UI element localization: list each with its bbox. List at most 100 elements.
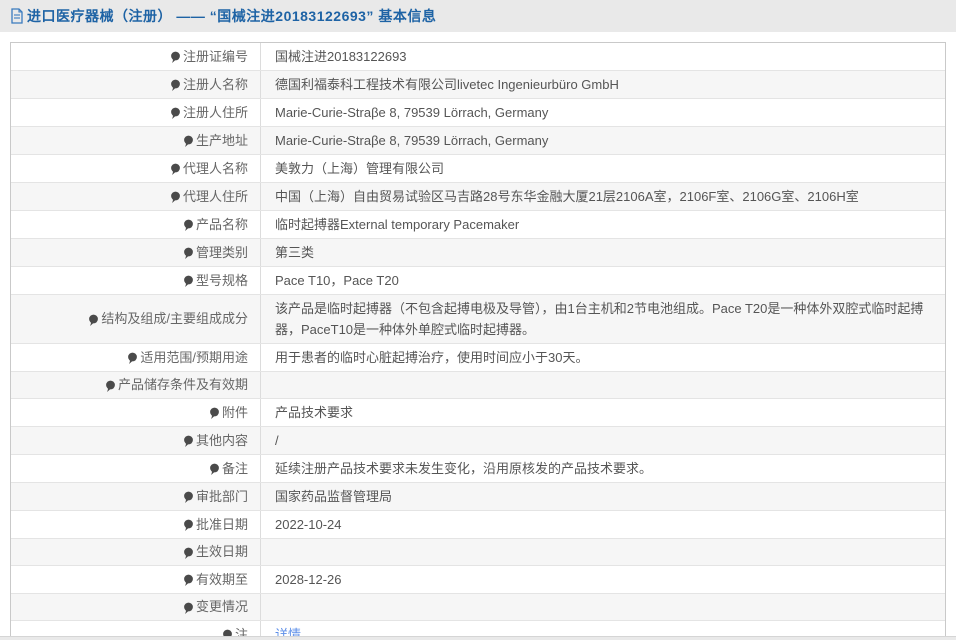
table-row: 型号规格 Pace T10，Pace T20	[11, 266, 945, 294]
table-row: 结构及组成/主要组成成分 该产品是临时起搏器（不包含起搏电极及导管），由1台主机…	[11, 294, 945, 343]
document-icon	[10, 8, 24, 24]
row-value: 中国（上海）自由贸易试验区马吉路28号东华金融大厦21层2106A室，2106F…	[275, 186, 859, 207]
row-label: 型号规格	[196, 271, 248, 291]
row-value: 2022-10-24	[275, 514, 342, 535]
row-value-cell: 延续注册产品技术要求未发生变化，沿用原核发的产品技术要求。	[261, 455, 945, 482]
table-row: 产品名称 临时起搏器External temporary Pacemaker	[11, 210, 945, 238]
note-icon	[183, 247, 194, 260]
row-label: 其他内容	[196, 431, 248, 451]
row-label-cell: 批准日期	[11, 511, 261, 538]
row-value: Marie-Curie-Straβe 8, 79539 Lörrach, Ger…	[275, 130, 548, 151]
table-row: 备注 延续注册产品技术要求未发生变化，沿用原核发的产品技术要求。	[11, 454, 945, 482]
bottom-divider	[0, 636, 956, 640]
row-value-cell: 2028-12-26	[261, 566, 945, 593]
note-icon	[170, 79, 181, 92]
row-label-cell: 结构及组成/主要组成成分	[11, 295, 261, 343]
note-icon	[183, 491, 194, 504]
row-label-cell: 产品储存条件及有效期	[11, 372, 261, 398]
row-label-cell: 备注	[11, 455, 261, 482]
row-value-cell: 该产品是临时起搏器（不包含起搏电极及导管），由1台主机和2节电池组成。Pace …	[261, 295, 945, 343]
row-value: 国械注进20183122693	[275, 46, 407, 67]
row-label-cell: 审批部门	[11, 483, 261, 510]
row-value: 2028-12-26	[275, 569, 342, 590]
row-label: 代理人住所	[183, 187, 248, 207]
row-label: 附件	[222, 403, 248, 423]
row-value-cell: 第三类	[261, 239, 945, 266]
row-label: 结构及组成/主要组成成分	[101, 309, 248, 329]
row-label: 有效期至	[196, 570, 248, 590]
note-icon	[183, 602, 194, 615]
row-label: 适用范围/预期用途	[140, 348, 248, 368]
row-value: 德国利福泰科工程技术有限公司livetec Ingenieurbüro GmbH	[275, 74, 619, 95]
row-label-cell: 代理人名称	[11, 155, 261, 182]
table-row: 有效期至 2028-12-26	[11, 565, 945, 593]
row-label: 注册人住所	[183, 103, 248, 123]
row-value-cell: Marie-Curie-Straβe 8, 79539 Lörrach, Ger…	[261, 99, 945, 126]
table-row: 代理人住所 中国（上海）自由贸易试验区马吉路28号东华金融大厦21层2106A室…	[11, 182, 945, 210]
row-label-cell: 生效日期	[11, 539, 261, 565]
note-icon	[127, 352, 138, 365]
row-label: 备注	[222, 459, 248, 479]
row-value: 美敦力（上海）管理有限公司	[275, 158, 444, 179]
note-icon	[183, 547, 194, 560]
row-label-cell: 管理类别	[11, 239, 261, 266]
row-label: 注册人名称	[183, 75, 248, 95]
row-label: 产品名称	[196, 215, 248, 235]
row-label-cell: 适用范围/预期用途	[11, 344, 261, 371]
note-icon	[170, 163, 181, 176]
note-icon	[183, 574, 194, 587]
row-label: 注册证编号	[183, 47, 248, 67]
table-row: 其他内容 /	[11, 426, 945, 454]
row-value: 延续注册产品技术要求未发生变化，沿用原核发的产品技术要求。	[275, 458, 652, 479]
row-label: 生产地址	[196, 131, 248, 151]
row-value-cell: 德国利福泰科工程技术有限公司livetec Ingenieurbüro GmbH	[261, 71, 945, 98]
row-label: 产品储存条件及有效期	[118, 375, 248, 395]
row-label: 变更情况	[196, 597, 248, 617]
row-value-cell: 美敦力（上海）管理有限公司	[261, 155, 945, 182]
row-label-cell: 有效期至	[11, 566, 261, 593]
page-title: 进口医疗器械（注册） —— “国械注进20183122693” 基本信息	[27, 6, 436, 26]
row-value: 国家药品监督管理局	[275, 486, 392, 507]
row-value-cell: 临时起搏器External temporary Pacemaker	[261, 211, 945, 238]
table-row: 产品储存条件及有效期	[11, 371, 945, 398]
row-value: 临时起搏器External temporary Pacemaker	[275, 214, 519, 235]
row-value: 产品技术要求	[275, 402, 353, 423]
table-row: 注册人名称 德国利福泰科工程技术有限公司livetec Ingenieurbür…	[11, 70, 945, 98]
note-icon	[170, 191, 181, 204]
row-value-cell	[261, 594, 945, 620]
row-value-cell: 中国（上海）自由贸易试验区马吉路28号东华金融大厦21层2106A室，2106F…	[261, 183, 945, 210]
row-value-cell: 国械注进20183122693	[261, 43, 945, 70]
row-label: 审批部门	[196, 487, 248, 507]
row-label-cell: 附件	[11, 399, 261, 426]
note-icon	[170, 107, 181, 120]
note-icon	[209, 463, 220, 476]
row-value-cell: Marie-Curie-Straβe 8, 79539 Lörrach, Ger…	[261, 127, 945, 154]
table-row: 生效日期	[11, 538, 945, 565]
row-value-cell: 2022-10-24	[261, 511, 945, 538]
table-row: 审批部门 国家药品监督管理局	[11, 482, 945, 510]
row-label: 管理类别	[196, 243, 248, 263]
row-label-cell: 型号规格	[11, 267, 261, 294]
row-value-cell: /	[261, 427, 945, 454]
note-icon	[209, 407, 220, 420]
note-icon	[170, 51, 181, 64]
note-icon	[105, 380, 116, 393]
row-value-cell: Pace T10，Pace T20	[261, 267, 945, 294]
note-icon	[88, 314, 99, 327]
table-row: 批准日期 2022-10-24	[11, 510, 945, 538]
row-label-cell: 生产地址	[11, 127, 261, 154]
row-label: 代理人名称	[183, 159, 248, 179]
row-value-cell	[261, 372, 945, 398]
table-row: 代理人名称 美敦力（上海）管理有限公司	[11, 154, 945, 182]
row-value-cell: 产品技术要求	[261, 399, 945, 426]
row-label-cell: 代理人住所	[11, 183, 261, 210]
note-icon	[183, 135, 194, 148]
row-label: 批准日期	[196, 515, 248, 535]
row-label-cell: 其他内容	[11, 427, 261, 454]
row-value: /	[275, 430, 279, 451]
table-row: 适用范围/预期用途 用于患者的临时心脏起搏治疗，使用时间应小于30天。	[11, 343, 945, 371]
row-label-cell: 变更情况	[11, 594, 261, 620]
table-row: 变更情况	[11, 593, 945, 620]
note-icon	[183, 519, 194, 532]
row-label-cell: 注册证编号	[11, 43, 261, 70]
